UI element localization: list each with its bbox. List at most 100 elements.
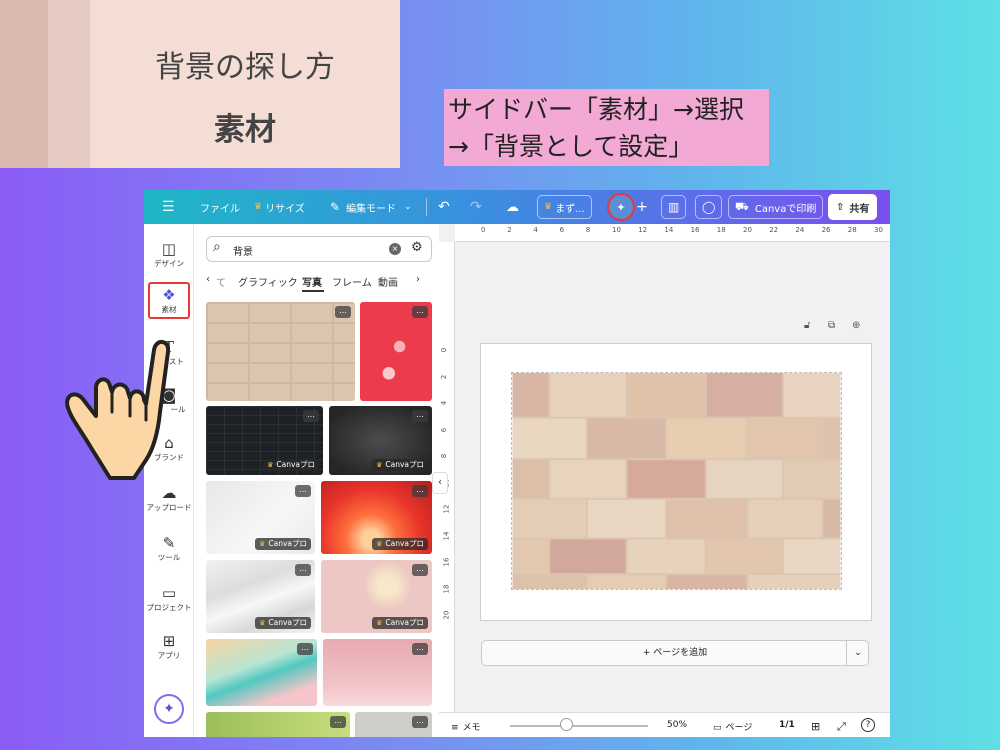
ruler-tick-label: 10 xyxy=(612,226,621,234)
photo-tile[interactable]: ...♛Canvaプロ xyxy=(206,560,315,633)
more-options-button[interactable]: ... xyxy=(303,410,319,422)
avatar[interactable]: ✦ xyxy=(607,193,635,221)
tab-frames[interactable]: フレーム xyxy=(332,274,372,289)
design-page[interactable] xyxy=(480,343,872,621)
photo-tile[interactable]: ... xyxy=(206,639,317,706)
category-tabs: ‹ て グラフィック 写真 フレーム 動画 › xyxy=(206,270,432,292)
more-options-button[interactable]: ... xyxy=(330,716,346,728)
elements-icon: ❖ xyxy=(150,286,188,304)
tab-partial[interactable]: て xyxy=(216,274,226,289)
pro-label: Canvaプロ xyxy=(276,460,315,469)
ruler-tick-label: 6 xyxy=(560,226,564,234)
more-options-button[interactable]: ... xyxy=(412,485,428,497)
rail-item-projects[interactable]: ▭プロジェクト xyxy=(144,584,194,613)
pro-label: Canvaプロ xyxy=(385,460,424,469)
filter-icon[interactable]: ⚙ xyxy=(411,240,423,255)
ruler-tick-label: 6 xyxy=(440,427,448,431)
clear-icon[interactable]: × xyxy=(389,243,401,255)
tab-videos[interactable]: 動画 xyxy=(378,274,398,289)
ruler-tick-label: 24 xyxy=(795,226,804,234)
share-button[interactable]: ⇧共有 xyxy=(828,194,877,220)
notes-label: メモ xyxy=(463,723,481,733)
photo-tile[interactable]: ... xyxy=(206,712,350,737)
photo-tile[interactable]: ... xyxy=(206,302,355,401)
add-page-button[interactable]: + ページを追加 xyxy=(481,640,869,666)
help-icon[interactable]: ? xyxy=(861,718,875,732)
magic-sparkle-icon[interactable]: ✦ xyxy=(154,694,184,724)
folder-icon: ▭ xyxy=(144,584,194,602)
crown-icon: ♛ xyxy=(376,619,382,627)
more-options-button[interactable]: ... xyxy=(412,410,428,422)
tab-photos[interactable]: 写真 xyxy=(302,274,322,289)
analytics-icon[interactable]: ▥ xyxy=(661,195,686,219)
more-options-button[interactable]: ... xyxy=(412,643,428,655)
fullscreen-icon[interactable]: ⤢ xyxy=(837,720,846,734)
tab-graphics[interactable]: グラフィック xyxy=(238,274,298,289)
pages-button[interactable]: ▭ページ xyxy=(713,720,752,733)
redo-icon[interactable]: ↷ xyxy=(470,190,482,224)
more-options-button[interactable]: ... xyxy=(335,306,351,318)
zoom-slider-handle[interactable] xyxy=(560,718,573,731)
pro-badge: ♛Canvaプロ xyxy=(372,538,428,550)
more-options-button[interactable]: ... xyxy=(412,306,428,318)
more-options-button[interactable]: ... xyxy=(297,643,313,655)
search-input[interactable]: 背景 xyxy=(233,243,253,258)
rail-item-apps[interactable]: ⊞アプリ xyxy=(144,632,194,661)
lock-icon[interactable]: 🔓︎ xyxy=(804,320,810,331)
ruler-tick-label: 8 xyxy=(440,454,448,458)
pointing-hand-icon xyxy=(50,328,170,498)
note-line-1: サイドバー「素材」→選択 xyxy=(448,91,765,128)
comment-icon[interactable]: ◯ xyxy=(695,195,722,219)
pro-badge: ♛Canvaプロ xyxy=(263,459,319,471)
photo-tile[interactable]: ... ♛Canvaプロ xyxy=(206,406,323,475)
hamburger-icon[interactable]: ☰ xyxy=(162,190,175,224)
print-button[interactable]: ⛟Canvaで印刷 xyxy=(728,195,823,219)
duplicate-icon[interactable]: ⧉ xyxy=(828,320,835,331)
rail-item-design[interactable]: ◫デザイン xyxy=(144,240,194,269)
undo-icon[interactable]: ↶ xyxy=(438,190,450,224)
chevron-down-icon[interactable]: ⌄ xyxy=(846,640,869,666)
crown-icon: ♛ xyxy=(254,202,262,212)
instruction-note: サイドバー「素材」→選択 →「背景として設定」 xyxy=(444,89,769,166)
file-menu[interactable]: ファイル xyxy=(200,190,240,224)
more-options-button[interactable]: ... xyxy=(295,485,311,497)
design-name-button[interactable]: ♛まず... xyxy=(537,195,592,219)
add-collaborator-icon[interactable]: + xyxy=(634,190,650,224)
rail-item-draw[interactable]: ✎ツール xyxy=(144,534,194,563)
notes-button[interactable]: ≡メモ xyxy=(451,720,481,733)
more-options-button[interactable]: ... xyxy=(412,716,428,728)
photo-tile[interactable]: ...♛Canvaプロ xyxy=(206,481,315,554)
ruler-tick-label: 20 xyxy=(442,611,450,620)
rail-item-elements[interactable]: ❖素材 xyxy=(148,282,190,319)
zoom-slider[interactable] xyxy=(510,725,648,727)
ruler-tick-label: 18 xyxy=(442,584,450,593)
divider xyxy=(426,198,427,216)
photo-tile[interactable]: ... xyxy=(360,302,432,401)
top-toolbar: ☰ ファイル ♛リサイズ ✎編集モード⌄ ↶ ↷ ☁ ♛まず... ✦ + ▥ … xyxy=(144,190,890,224)
tabs-scroll-right-icon[interactable]: › xyxy=(416,274,420,285)
photo-tile[interactable]: ... ♛Canvaプロ xyxy=(321,481,432,554)
collapse-panel-icon[interactable]: ‹ xyxy=(432,472,448,494)
cloud-save-icon[interactable]: ☁ xyxy=(506,190,519,224)
ruler-tick-label: 20 xyxy=(743,226,752,234)
background-photo[interactable] xyxy=(511,372,842,590)
add-page-icon[interactable]: ⊕ xyxy=(852,320,860,331)
zoom-level[interactable]: 50% xyxy=(667,720,687,730)
photo-tile[interactable]: ... ♛Canvaプロ xyxy=(321,560,432,633)
pro-label: Canvaプロ xyxy=(385,618,424,627)
tabs-scroll-left-icon[interactable]: ‹ xyxy=(206,274,210,285)
rail-label: アプリ xyxy=(158,651,181,660)
ruler-tick-label: 2 xyxy=(440,374,448,378)
crown-icon: ♛ xyxy=(267,461,273,469)
photo-tile[interactable]: ... xyxy=(323,639,432,706)
more-options-button[interactable]: ... xyxy=(295,564,311,576)
resize-button[interactable]: ♛リサイズ xyxy=(254,190,305,224)
more-options-button[interactable]: ... xyxy=(412,564,428,576)
ruler-tick-label: 16 xyxy=(691,226,700,234)
photo-tile[interactable]: ... xyxy=(355,712,432,737)
photo-tile[interactable]: ...♛Canvaプロ xyxy=(329,406,432,475)
truck-icon: ⛟ xyxy=(735,200,749,215)
search-bar[interactable]: ⌕ 背景 × ⚙ xyxy=(206,236,432,262)
grid-view-icon[interactable]: ⊞ xyxy=(811,720,820,733)
edit-mode-button[interactable]: ✎編集モード⌄ xyxy=(330,190,412,224)
